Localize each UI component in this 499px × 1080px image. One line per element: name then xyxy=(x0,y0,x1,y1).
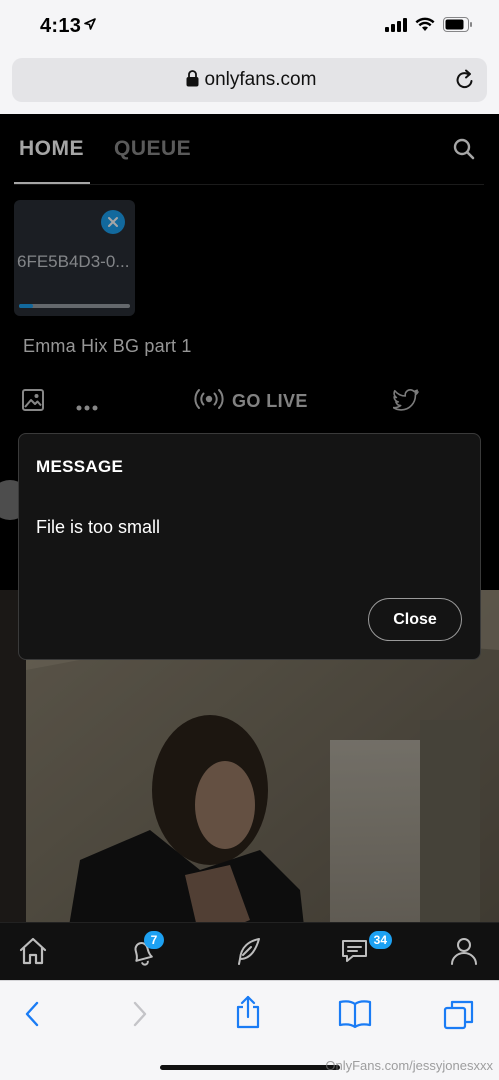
wifi-icon xyxy=(415,17,435,37)
search-icon[interactable] xyxy=(453,138,475,165)
back-chevron-icon[interactable] xyxy=(22,999,42,1034)
feather-icon xyxy=(238,938,260,965)
url-text: onlyfans.com xyxy=(204,69,317,90)
go-live-button[interactable]: GO LIVE xyxy=(194,388,308,415)
broadcast-icon xyxy=(194,388,224,415)
upload-file-name: 6FE5B4D3-0... xyxy=(17,252,130,271)
watermark: OnlyFans.com/jessyjonesxxx xyxy=(325,1058,493,1073)
tab-queue[interactable]: QUEUE xyxy=(114,137,191,161)
more-options-icon[interactable] xyxy=(76,398,98,416)
message-dialog: MESSAGE File is too small Close xyxy=(18,433,481,660)
nav-notifications[interactable]: 7 xyxy=(126,931,164,969)
status-bar: 4:13 xyxy=(0,0,499,54)
home-indicator[interactable] xyxy=(160,1065,340,1070)
app-header: HOME QUEUE xyxy=(0,114,499,186)
messages-badge: 34 xyxy=(368,931,392,949)
upload-thumbnail: 6FE5B4D3-0... xyxy=(14,200,135,316)
app-bottom-nav: 7 34 xyxy=(0,922,499,980)
chat-icon xyxy=(342,940,367,962)
forward-chevron-icon[interactable] xyxy=(130,999,150,1034)
post-text-input[interactable]: Emma Hix BG part 1 xyxy=(23,336,192,357)
nav-feed[interactable] xyxy=(233,935,267,969)
cancel-upload-button[interactable] xyxy=(101,210,125,234)
screen: 4:13 onlyfans.com HOME QUEUE 6FE5B4D3-0.… xyxy=(0,0,499,1080)
bookmarks-icon[interactable] xyxy=(338,999,372,1034)
location-arrow-icon xyxy=(84,17,96,35)
post-toolbar: GO LIVE xyxy=(0,374,499,424)
user-icon xyxy=(451,938,477,965)
nav-messages[interactable]: 34 xyxy=(340,931,392,969)
nav-home[interactable] xyxy=(17,935,51,969)
upload-progress-fill xyxy=(19,304,34,308)
share-icon[interactable] xyxy=(234,995,262,1034)
reload-icon[interactable] xyxy=(455,69,475,95)
notifications-badge: 7 xyxy=(144,931,164,949)
cellular-signal-icon xyxy=(385,17,407,37)
status-time: 4:13 xyxy=(40,15,82,37)
upload-progress-bar xyxy=(19,304,130,308)
twitter-icon[interactable] xyxy=(392,389,419,416)
close-button[interactable]: Close xyxy=(368,598,462,641)
status-icons xyxy=(385,17,473,37)
tabs-icon[interactable] xyxy=(443,999,475,1036)
close-icon xyxy=(108,217,118,227)
home-icon xyxy=(19,937,47,965)
go-live-label: GO LIVE xyxy=(232,391,308,411)
tab-home[interactable]: HOME xyxy=(19,137,84,161)
image-icon[interactable] xyxy=(22,389,44,416)
dialog-message: File is too small xyxy=(36,517,161,537)
nav-profile[interactable] xyxy=(448,935,482,969)
dialog-title: MESSAGE xyxy=(36,457,124,476)
battery-icon xyxy=(443,17,473,37)
address-bar[interactable]: onlyfans.com xyxy=(12,58,487,102)
header-divider xyxy=(14,184,484,185)
